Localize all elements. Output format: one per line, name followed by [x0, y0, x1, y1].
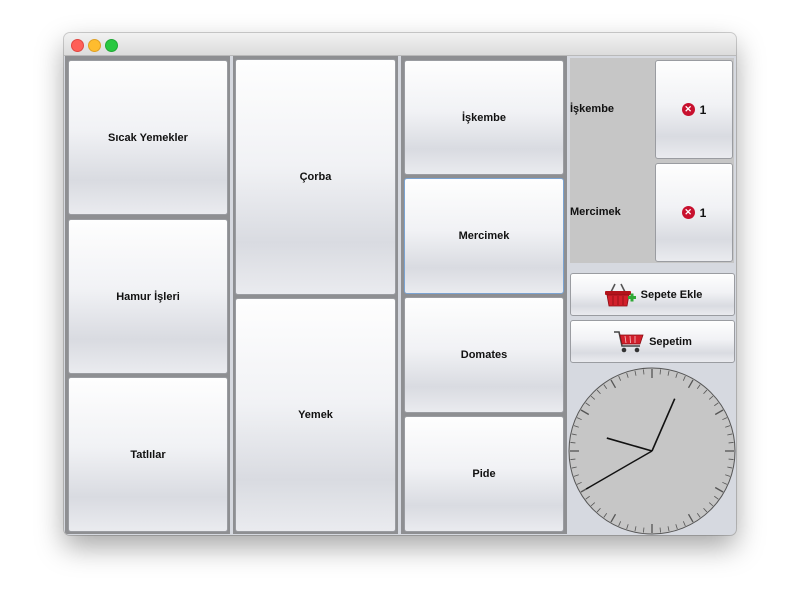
category-column: Sıcak Yemekler Hamur İşleri Tatlılar: [65, 56, 230, 534]
subcategory-button-corba[interactable]: Çorba: [235, 59, 396, 295]
zoom-window-button[interactable]: [105, 39, 118, 52]
clock-tick: [643, 369, 645, 375]
product-column: İşkembe Mercimek Domates Pide: [401, 56, 567, 534]
product-button-mercimek[interactable]: Mercimek: [404, 178, 564, 294]
clock-tick: [659, 527, 661, 533]
clock-tick: [570, 442, 576, 444]
shopping-cart-icon: [614, 330, 644, 352]
category-button-tatlilar[interactable]: Tatlılar: [68, 377, 228, 532]
product-label: Mercimek: [458, 230, 510, 242]
category-label: Hamur İşleri: [116, 290, 180, 303]
add-to-cart-label: Sepete Ekle: [640, 288, 703, 301]
product-label: Pide: [472, 468, 496, 480]
my-cart-label: Sepetim: [649, 335, 692, 348]
clock-tick: [570, 458, 576, 460]
remove-cart-item-button[interactable]: ✕ 1: [655, 163, 733, 262]
subcategory-label: Yemek: [298, 409, 333, 421]
product-label: İşkembe: [461, 111, 507, 124]
cart-item-name: İşkembe: [570, 103, 615, 115]
subcategory-column: Çorba Yemek: [233, 56, 398, 534]
clock-tick: [643, 527, 645, 533]
add-to-cart-button[interactable]: Sepete Ekle: [570, 273, 735, 316]
clock-tick: [728, 442, 734, 444]
category-button-hamur-isleri[interactable]: Hamur İşleri: [68, 219, 228, 374]
subcategory-button-yemek[interactable]: Yemek: [235, 298, 396, 532]
app-window: Sıcak Yemekler Hamur İşleri Tatlılar Çor…: [64, 33, 736, 535]
analog-clock: [568, 367, 736, 535]
clock-face: [568, 367, 736, 535]
remove-x-icon: ✕: [681, 103, 695, 116]
title-bar: [64, 33, 736, 56]
close-window-button[interactable]: [71, 39, 84, 52]
cart-item-quantity: 1: [699, 102, 707, 117]
category-button-sicak-yemekler[interactable]: Sıcak Yemekler: [68, 60, 228, 215]
my-cart-button[interactable]: Sepetim: [570, 320, 735, 363]
product-button-pide[interactable]: Pide: [404, 416, 564, 532]
subcategory-label: Çorba: [299, 171, 332, 183]
category-label: Sıcak Yemekler: [108, 131, 188, 144]
remove-cart-item-button[interactable]: ✕ 1: [655, 60, 733, 159]
cart-item-name: Mercimek: [570, 206, 621, 218]
minimize-window-button[interactable]: [88, 39, 101, 52]
product-label: Domates: [460, 349, 508, 361]
clock-tick: [728, 458, 734, 460]
cart-items-panel: İşkembe ✕ 1 Mercimek ✕ 1: [570, 58, 734, 263]
product-button-iskembe[interactable]: İşkembe: [404, 60, 564, 175]
clock-tick: [659, 369, 661, 375]
basket-plus-icon: [604, 283, 636, 306]
cart-item-quantity: 1: [699, 205, 707, 220]
remove-x-icon: ✕: [681, 206, 695, 219]
category-label: Tatlılar: [130, 448, 166, 461]
product-button-domates[interactable]: Domates: [404, 297, 564, 413]
